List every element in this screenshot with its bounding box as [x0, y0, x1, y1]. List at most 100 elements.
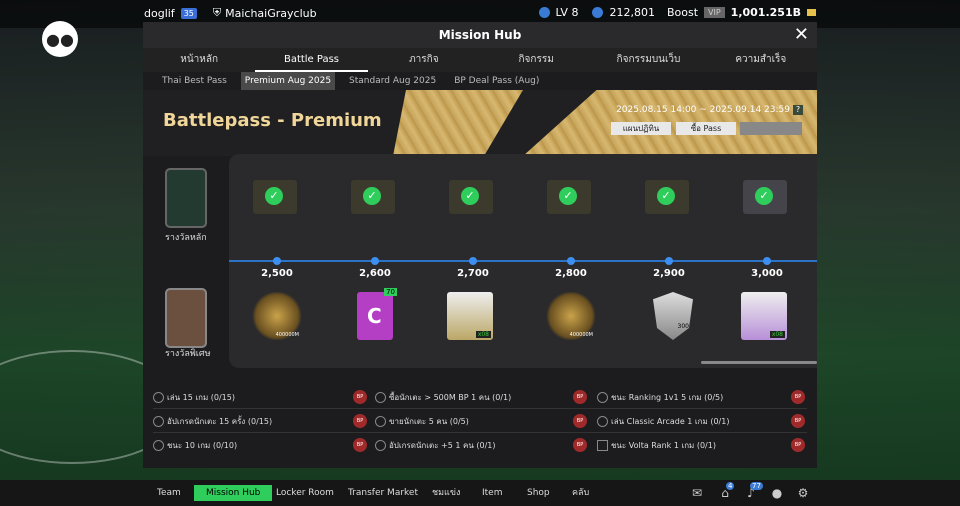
main-reward-label: รางวัลหลัก	[165, 233, 207, 243]
bottom-nav: Team Mission Hub Locker Room Transfer Ma…	[0, 480, 960, 506]
banner-title: Battlepass - Premium	[163, 110, 382, 131]
gear-icon[interactable]: ⚙	[796, 486, 810, 500]
training-book-icon[interactable]: C 70	[357, 288, 397, 340]
refresh-icon	[153, 416, 164, 427]
milestone-dot	[665, 257, 673, 265]
nav-mission-hub[interactable]: Mission Hub	[194, 485, 273, 501]
tab-missions[interactable]: ภารกิจ	[368, 48, 480, 72]
mission-item[interactable]: ชนะ 10 เกม (0/10) BP	[153, 434, 371, 456]
panel-title: Mission Hub	[438, 28, 522, 42]
nav-team[interactable]: Team	[157, 485, 181, 501]
reward-icon: BP	[791, 390, 805, 404]
tab-battle-pass[interactable]: Battle Pass	[255, 48, 368, 72]
check-icon: ✓	[559, 187, 577, 205]
nav-locker-room[interactable]: Locker Room	[276, 485, 334, 501]
nav-shop[interactable]: Shop	[527, 485, 550, 501]
tab-web-events[interactable]: กิจกรรมบนเว็บ	[592, 48, 704, 72]
nav-transfer-market[interactable]: Transfer Market	[348, 485, 418, 501]
main-reward-cell[interactable]: ✓	[637, 172, 697, 222]
notify-badge: 77	[750, 482, 763, 490]
nav-item[interactable]: Item	[482, 485, 503, 501]
reward-icon: BP	[573, 414, 587, 428]
reward-icon: BP	[791, 438, 805, 452]
volta-icon	[597, 440, 608, 451]
refresh-icon	[375, 392, 386, 403]
refresh-icon	[597, 392, 608, 403]
milestone-value: 2,700	[457, 268, 489, 279]
mission-item[interactable]: ซื้อนักเตะ > 500M BP 1 คน (0/1) BP	[375, 386, 593, 408]
main-reward-cell[interactable]: ✓	[343, 172, 403, 222]
coin-bag-icon[interactable]: 400000M	[545, 292, 597, 340]
milestone-value: 2,500	[261, 268, 293, 279]
nav-watch-match[interactable]: ชมแข่ง	[432, 485, 460, 501]
check-icon: ✓	[657, 187, 675, 205]
buy-pass-button[interactable]: ซื้อ Pass	[676, 122, 736, 135]
battlepass-banner: Battlepass - Premium 2025.08.15 14:00 ~ …	[143, 90, 817, 156]
reward-icon: BP	[353, 414, 367, 428]
tab-events[interactable]: กิจกรรม	[480, 48, 592, 72]
reward-icon: BP	[353, 390, 367, 404]
boost-label: Boost	[666, 6, 699, 19]
mission-item[interactable]: ชนะ Volta Rank 1 เกม (0/1) BP	[597, 434, 807, 456]
coin-icon	[592, 7, 604, 18]
milestone-value: 2,900	[653, 268, 685, 279]
level-icon	[538, 7, 550, 18]
mission-hub-panel: Mission Hub ✕ หน้าหลัก Battle Pass ภารกิ…	[143, 22, 817, 468]
scrollbar[interactable]	[701, 361, 817, 364]
date-range: 2025.08.15 14:00 ~ 2025.09.14 23:59?	[616, 105, 803, 115]
home-badge: 4	[726, 482, 735, 490]
tab-home[interactable]: หน้าหลัก	[143, 48, 255, 72]
milestone-dot	[567, 257, 575, 265]
main-reward-cell[interactable]: ✓	[245, 172, 305, 222]
disabled-button	[740, 122, 802, 135]
mission-item[interactable]: ชนะ Ranking 1v1 5 เกม (0/5) BP	[597, 386, 807, 408]
main-reward-cell[interactable]: ✓	[735, 172, 795, 222]
subtab-premium[interactable]: Premium Aug 2025	[240, 72, 336, 90]
subtab-deal-pass[interactable]: BP Deal Pass (Aug)	[450, 72, 543, 90]
refresh-icon	[597, 416, 608, 427]
shield-icon: ⛨	[212, 6, 222, 19]
calendar-button[interactable]: แผนปฏิทิน	[611, 122, 671, 135]
main-tabs: หน้าหลัก Battle Pass ภารกิจ กิจกรรม กิจก…	[143, 48, 817, 72]
mission-item[interactable]: เล่น 15 เกม (0/15) BP	[153, 386, 371, 408]
chat-icon[interactable]: ✉	[690, 486, 704, 500]
mission-item[interactable]: เล่น Classic Arcade 1 เกม (0/1) BP	[597, 410, 807, 432]
milestone-dot	[763, 257, 771, 265]
milestone-value: 2,800	[555, 268, 587, 279]
currency-info: LV 8 212,801 Boost VIP 1,001.251B	[538, 6, 816, 19]
player-pack-icon[interactable]: x08	[447, 292, 493, 340]
refresh-icon	[375, 440, 386, 451]
user-info[interactable]: doglif 35 ⛨ MaichaiGrayclub	[144, 6, 317, 20]
help-icon[interactable]: ?	[793, 105, 803, 115]
coins-text: 212,801	[609, 6, 655, 19]
chat-button[interactable]: ●●	[42, 21, 78, 57]
refresh-icon	[153, 392, 164, 403]
refresh-icon	[153, 440, 164, 451]
nav-club[interactable]: คลับ	[572, 485, 589, 501]
special-reward-tag-icon	[165, 288, 207, 348]
main-reward-cell[interactable]: ✓	[441, 172, 501, 222]
main-reward-cell[interactable]: ✓	[539, 172, 599, 222]
check-icon: ✓	[755, 187, 773, 205]
check-icon: ✓	[363, 187, 381, 205]
tab-achievements[interactable]: ความสำเร็จ	[705, 48, 817, 72]
subtab-standard[interactable]: Standard Aug 2025	[345, 72, 440, 90]
mission-item[interactable]: ขายนักเตะ 5 คน (0/5) BP	[375, 410, 593, 432]
profile-icon[interactable]: ●	[770, 486, 784, 500]
player-pack-icon[interactable]: x08	[741, 292, 787, 340]
coin-bag-icon[interactable]: 400000M	[251, 292, 303, 340]
progress-line	[229, 260, 817, 262]
check-icon: ✓	[265, 187, 283, 205]
mission-item[interactable]: อัปเกรดนักเตะ 15 ครั้ง (0/15) BP	[153, 410, 371, 432]
club-name[interactable]: ⛨ MaichaiGrayclub	[213, 6, 317, 20]
main-reward-tag-icon	[165, 168, 207, 228]
milestone-dot	[371, 257, 379, 265]
milestone-dot	[273, 257, 281, 265]
mission-item[interactable]: อัปเกรดนักเตะ +5 1 คน (0/1) BP	[375, 434, 593, 456]
reward-icon: BP	[353, 438, 367, 452]
subtab-thai-best-pass[interactable]: Thai Best Pass	[158, 72, 231, 90]
sub-tabs: Thai Best Pass Premium Aug 2025 Standard…	[143, 72, 817, 90]
check-icon: ✓	[461, 187, 479, 205]
reward-icon: BP	[791, 414, 805, 428]
close-icon[interactable]: ✕	[794, 22, 809, 48]
